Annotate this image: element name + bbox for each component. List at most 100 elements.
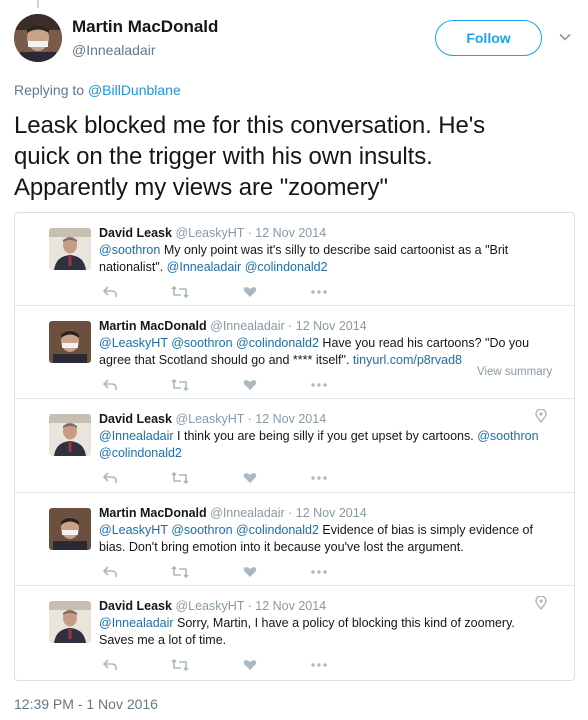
conversation-text: @soothron My only point was it's silly t… xyxy=(99,242,539,276)
tweet-timestamp[interactable]: 12:39 PM - 1 Nov 2016 xyxy=(14,696,158,712)
conversation-text: @LeaskyHT @soothron @colindonald2 Have y… xyxy=(99,335,539,369)
conversation-card[interactable]: David Leask @LeaskyHT · 12 Nov 2014 @soot… xyxy=(14,212,575,681)
conversation-meta[interactable]: @LeaskyHT · 12 Nov 2014 xyxy=(172,412,326,426)
conversation-text: @Innealadair Sorry, Martin, I have a pol… xyxy=(99,615,539,649)
location-pin-icon[interactable] xyxy=(535,595,547,611)
conversation-text: @LeaskyHT @soothron @colindonald2 Eviden… xyxy=(99,522,539,556)
more-icon[interactable] xyxy=(311,284,327,300)
mention-link[interactable]: @soothron xyxy=(477,429,538,443)
tweet-text-line: Leask blocked me for this conversation. … xyxy=(14,112,486,139)
conversation-author-name[interactable]: David Leask xyxy=(99,412,172,426)
conversation-author-name[interactable]: Martin MacDonald xyxy=(99,319,207,333)
reply-icon[interactable] xyxy=(103,470,117,486)
mention-link[interactable]: @LeaskyHT xyxy=(99,523,168,537)
retweet-icon[interactable] xyxy=(171,470,189,486)
avatar[interactable] xyxy=(49,601,91,643)
location-pin-icon[interactable] xyxy=(535,408,547,424)
conversation-item[interactable]: David Leask @LeaskyHT · 12 Nov 2014 @Inne… xyxy=(15,399,574,493)
mention-link[interactable]: tinyurl.com/p8rvad8 xyxy=(353,353,462,367)
conversation-item-header: Martin MacDonald @Innealadair · 12 Nov 2… xyxy=(99,319,367,333)
more-icon[interactable] xyxy=(311,564,327,580)
tweet-actions xyxy=(99,657,359,673)
avatar[interactable] xyxy=(49,321,91,363)
author-name[interactable]: Martin MacDonald xyxy=(72,17,218,37)
conversation-author-name[interactable]: David Leask xyxy=(99,226,172,240)
conversation-text-line: agree that Scotland should go and **** i… xyxy=(99,352,539,369)
retweet-icon[interactable] xyxy=(171,284,189,300)
text-fragment: Saves me a lot of time. xyxy=(99,633,227,647)
mention-link[interactable]: @colindonald2 xyxy=(245,260,328,274)
text-fragment: agree that Scotland should go and **** i… xyxy=(99,353,353,367)
replying-to: Replying to @BillDunblane xyxy=(14,82,181,98)
replying-to-link[interactable]: @BillDunblane xyxy=(88,82,181,98)
heart-icon[interactable] xyxy=(243,657,257,673)
more-icon[interactable] xyxy=(311,377,327,393)
heart-icon[interactable] xyxy=(243,284,257,300)
retweet-icon[interactable] xyxy=(171,377,189,393)
text-fragment: My only point was it's silly to describe… xyxy=(160,243,509,257)
mention-link[interactable]: @LeaskyHT xyxy=(99,336,168,350)
conversation-item[interactable]: David Leask @LeaskyHT · 12 Nov 2014 @soot… xyxy=(15,213,574,306)
conversation-item-header: David Leask @LeaskyHT · 12 Nov 2014 xyxy=(99,412,326,426)
conversation-item[interactable]: Martin MacDonald @Innealadair · 12 Nov 2… xyxy=(15,306,574,399)
avatar[interactable] xyxy=(49,414,91,456)
conversation-item[interactable]: David Leask @LeaskyHT · 12 Nov 2014 @Inne… xyxy=(15,586,574,680)
conversation-text-line: @Innealadair Sorry, Martin, I have a pol… xyxy=(99,615,539,632)
more-icon[interactable] xyxy=(311,470,327,486)
reply-icon[interactable] xyxy=(103,564,117,580)
conversation-meta[interactable]: @Innealadair · 12 Nov 2014 xyxy=(207,506,367,520)
mention-link[interactable]: @soothron xyxy=(171,523,232,537)
avatar[interactable] xyxy=(49,228,91,270)
tweet-text-line: Apparently my views are "zoomery" xyxy=(14,174,388,201)
mention-link[interactable]: @colindonald2 xyxy=(99,446,182,460)
conversation-item-header: David Leask @LeaskyHT · 12 Nov 2014 xyxy=(99,226,326,240)
conversation-text-line: nationalist". @Innealadair @colindonald2 xyxy=(99,259,539,276)
chevron-down-icon[interactable] xyxy=(558,30,572,44)
heart-icon[interactable] xyxy=(243,377,257,393)
avatar[interactable] xyxy=(49,508,91,550)
view-summary-link[interactable]: View summary xyxy=(477,366,552,378)
conversation-text-line: Saves me a lot of time. xyxy=(99,632,539,649)
conversation-text-line: @soothron My only point was it's silly t… xyxy=(99,242,539,259)
follow-button[interactable]: Follow xyxy=(435,20,542,56)
mention-link[interactable]: @Innealadair xyxy=(99,429,174,443)
tweet-actions xyxy=(99,470,359,486)
heart-icon[interactable] xyxy=(243,470,257,486)
text-fragment: nationalist". xyxy=(99,260,167,274)
retweet-icon[interactable] xyxy=(171,657,189,673)
reply-icon[interactable] xyxy=(103,657,117,673)
tweet-actions xyxy=(99,284,359,300)
retweet-icon[interactable] xyxy=(171,564,189,580)
conversation-text-line: @Innealadair I think you are being silly… xyxy=(99,428,539,445)
author-handle[interactable]: @Innealadair xyxy=(72,42,156,58)
tweet-text: Leask blocked me for this conversation. … xyxy=(14,110,574,203)
conversation-author-name[interactable]: Martin MacDonald xyxy=(99,506,207,520)
replying-prefix: Replying to xyxy=(14,82,85,98)
heart-icon[interactable] xyxy=(243,564,257,580)
reply-icon[interactable] xyxy=(103,284,117,300)
conversation-item-header: David Leask @LeaskyHT · 12 Nov 2014 xyxy=(99,599,326,613)
conversation-author-name[interactable]: David Leask xyxy=(99,599,172,613)
mention-link[interactable]: @soothron xyxy=(99,243,160,257)
mention-link[interactable]: @Innealadair xyxy=(167,260,242,274)
text-fragment: bias. Don't bring emotion into it becaus… xyxy=(99,540,464,554)
reply-icon[interactable] xyxy=(103,377,117,393)
mention-link[interactable]: @soothron xyxy=(171,336,232,350)
more-icon[interactable] xyxy=(311,657,327,673)
tweet-text-line: quick on the trigger with his own insult… xyxy=(14,143,433,170)
mention-link[interactable]: @colindonald2 xyxy=(236,336,319,350)
text-fragment: Have you read his cartoons? "Do you xyxy=(318,336,530,350)
conversation-text-line: @colindonald2 xyxy=(99,445,539,462)
mention-link[interactable]: @colindonald2 xyxy=(236,523,319,537)
conversation-meta[interactable]: @LeaskyHT · 12 Nov 2014 xyxy=(172,226,326,240)
mention-link[interactable]: @Innealadair xyxy=(99,616,174,630)
text-fragment: Sorry, Martin, I have a policy of blocki… xyxy=(173,616,515,630)
author-avatar[interactable] xyxy=(14,14,62,62)
conversation-item-header: Martin MacDonald @Innealadair · 12 Nov 2… xyxy=(99,506,367,520)
conversation-text: @Innealadair I think you are being silly… xyxy=(99,428,539,462)
conversation-text-line: bias. Don't bring emotion into it becaus… xyxy=(99,539,539,556)
tweet-actions xyxy=(99,564,359,580)
conversation-item[interactable]: Martin MacDonald @Innealadair · 12 Nov 2… xyxy=(15,493,574,586)
conversation-meta[interactable]: @Innealadair · 12 Nov 2014 xyxy=(207,319,367,333)
conversation-meta[interactable]: @LeaskyHT · 12 Nov 2014 xyxy=(172,599,326,613)
